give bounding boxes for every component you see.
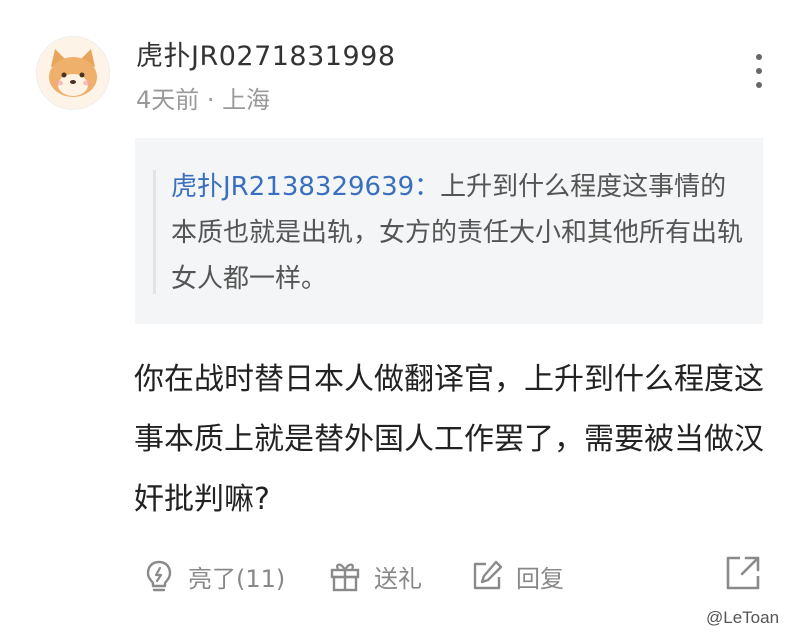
avatar[interactable]	[36, 36, 110, 110]
edit-icon	[473, 560, 503, 590]
like-label: 亮了(11)	[188, 564, 286, 593]
watermark: @LeToan	[706, 608, 780, 627]
like-button[interactable]: 亮了(11)	[142, 558, 285, 594]
reply-label: 回复	[516, 564, 564, 593]
share-icon	[726, 556, 760, 590]
quoted-comment[interactable]: 虎扑JR2138329639：上升到什么程度这事情的本质也就是出轨，女方的责任大…	[135, 138, 763, 324]
quote-bar	[153, 170, 156, 294]
more-options-button[interactable]	[744, 54, 774, 88]
share-button[interactable]	[724, 554, 762, 592]
comment-username[interactable]: 虎扑JR0271831998	[136, 34, 396, 73]
lightbulb-icon	[146, 560, 172, 592]
quoted-username[interactable]: 虎扑JR2138329639：	[171, 172, 440, 202]
gift-icon	[330, 563, 360, 592]
shiba-avatar-icon	[37, 37, 109, 109]
gift-button[interactable]: 送礼	[328, 558, 422, 594]
gift-label: 送礼	[374, 564, 422, 593]
reply-button[interactable]: 回复	[470, 558, 564, 594]
comment-body: 你在战时替日本人做翻译官，上升到什么程度这事本质上就是替外国人工作罢了，需要被当…	[134, 362, 764, 517]
quote-text-block: 虎扑JR2138329639：上升到什么程度这事情的本质也就是出轨，女方的责任大…	[171, 164, 751, 302]
comment-meta: 4天前 · 上海	[136, 86, 271, 114]
more-vertical-icon	[756, 54, 762, 60]
